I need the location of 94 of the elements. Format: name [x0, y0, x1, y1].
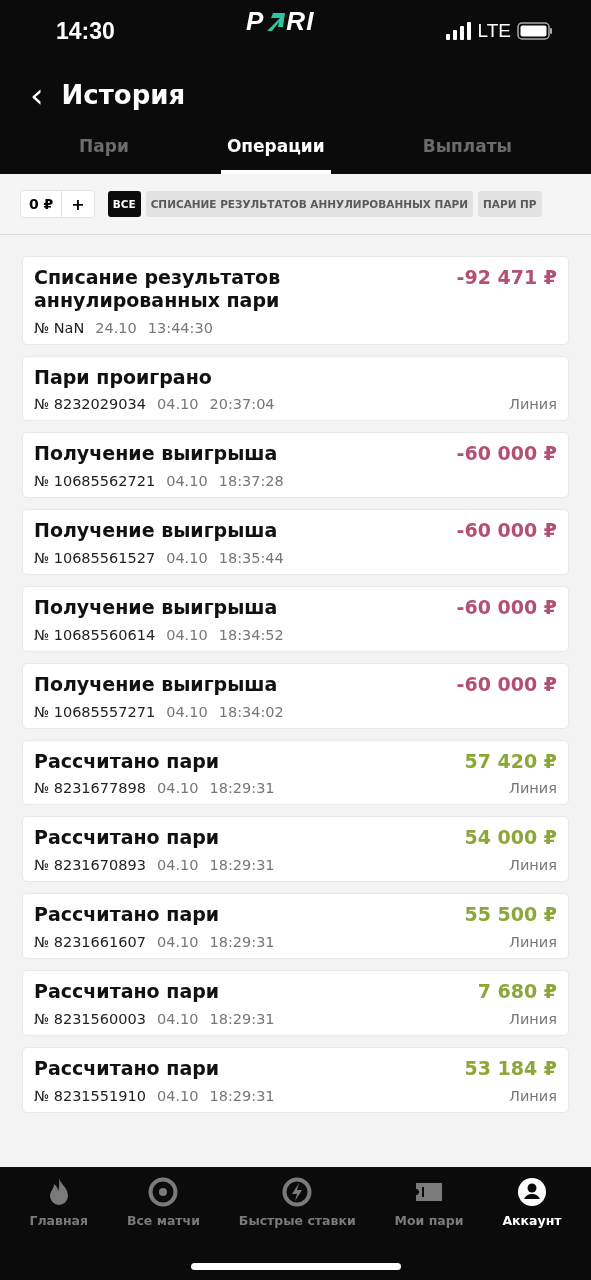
operation-title: Пари проиграно — [34, 365, 213, 389]
network-label: LTE — [477, 20, 511, 42]
operation-amount: 57 420 ₽ — [464, 749, 557, 773]
operation-channel: Линия — [509, 857, 557, 874]
operation-date: 04.10 — [156, 933, 199, 950]
operation-date: 24.10 — [95, 319, 137, 336]
filter-chip[interactable]: СПИСАНИЕ РЕЗУЛЬТАТОВ АННУЛИРОВАННЫХ ПАРИ — [145, 191, 473, 217]
operation-number: № 10685562721 — [34, 473, 156, 490]
operation-card[interactable]: Рассчитано пари 7 680 ₽ № 8231560003 04.10 18:29:31 Линия — [22, 969, 569, 1036]
operation-card[interactable]: Рассчитано пари 53 184 ₽ № 8231551910 04.10 18:29:31 Линия — [22, 1046, 569, 1113]
nav-item[interactable]: Быстрые ставки — [232, 1175, 362, 1229]
operation-title: Рассчитано пари — [34, 979, 221, 1003]
operation-time: 18:29:31 — [209, 780, 275, 797]
tab[interactable]: Выплаты — [416, 126, 518, 174]
operation-time: 18:29:31 — [209, 857, 275, 874]
operation-time: 18:35:44 — [218, 550, 284, 566]
operation-card[interactable]: Пари проиграно № 8232029034 04.10 20:37:04 Линия — [22, 355, 569, 422]
operation-time: 18:29:31 — [209, 1087, 275, 1104]
operation-date: 04.10 — [166, 473, 208, 490]
nav-item[interactable]: Аккаунт — [496, 1175, 568, 1229]
user-icon — [515, 1176, 548, 1208]
operation-date: 04.10 — [156, 857, 199, 874]
tab[interactable]: Пари — [73, 126, 135, 174]
target-icon — [147, 1176, 180, 1208]
operation-amount: 53 184 ₽ — [464, 1056, 557, 1080]
operation-time: 18:37:28 — [218, 473, 284, 490]
operation-time: 13:44:30 — [147, 319, 213, 336]
operation-time: 18:34:02 — [218, 703, 284, 720]
operation-date: 04.10 — [156, 1087, 199, 1104]
operation-card[interactable]: Получение выигрыша -60 000 ₽ № 10685557271 04.10 18:34:02 — [22, 662, 569, 729]
logo-text: P — [246, 5, 265, 37]
operation-channel: Линия — [509, 396, 557, 413]
filter-chip[interactable]: ВСЕ — [107, 191, 141, 217]
operation-number: № NaN — [34, 319, 85, 336]
operation-title: Получение выигрыша — [34, 519, 279, 542]
operation-number: № 8231661607 — [34, 933, 146, 950]
operation-amount: 54 000 ₽ — [464, 826, 557, 850]
operation-channel: Линия — [509, 1087, 557, 1104]
operation-time: 18:29:31 — [209, 1010, 275, 1027]
status-time: 14:30 — [56, 17, 115, 45]
operation-card[interactable]: Получение выигрыша -60 000 ₽ № 10685560614 04.10 18:34:52 — [22, 586, 569, 652]
operation-amount: 55 500 ₽ — [464, 903, 557, 926]
operation-amount: -60 000 ₽ — [456, 442, 557, 466]
filter-chip[interactable]: ПАРИ ПР — [478, 191, 542, 217]
operation-title: Рассчитано пари — [34, 749, 221, 773]
operation-number: № 8231551910 — [34, 1087, 146, 1104]
operation-card[interactable]: Рассчитано пари 54 000 ₽ № 8231670893 04.10 18:29:31 Линия — [22, 816, 569, 883]
operation-amount: -60 000 ₽ — [456, 596, 557, 619]
operation-date: 04.10 — [156, 1010, 199, 1027]
operation-date: 04.10 — [156, 780, 199, 797]
operation-title: Получение выигрыша — [34, 442, 279, 466]
operation-date: 04.10 — [166, 626, 208, 643]
operation-channel: Линия — [509, 780, 557, 797]
operation-number: № 10685557271 — [34, 703, 156, 720]
operation-card[interactable]: Получение выигрыша -60 000 ₽ № 10685561527 04.10 18:35:44 — [22, 509, 569, 575]
page-title: История — [61, 80, 186, 110]
operation-date: 04.10 — [166, 703, 208, 720]
operation-number: № 10685560614 — [34, 626, 156, 643]
add-button[interactable]: + — [62, 191, 94, 217]
operation-card[interactable]: Списание результатов аннулированных пари -92 471 ₽ № NaN 24.10 13:44:30 — [22, 256, 569, 345]
operation-title: Рассчитано пари — [34, 1056, 221, 1080]
operation-number: № 10685561527 — [34, 550, 156, 566]
logo-text: RI — [286, 5, 315, 37]
operation-number: № 8231670893 — [34, 857, 146, 874]
operation-amount: 7 680 ₽ — [477, 979, 557, 1003]
operation-title: Рассчитано пари — [34, 903, 221, 926]
operation-amount: -60 000 ₽ — [456, 519, 557, 542]
operation-card[interactable]: Получение выигрыша -60 000 ₽ № 10685562721 04.10 18:37:28 — [22, 432, 569, 499]
operation-number: № 8231677898 — [34, 780, 146, 797]
operation-channel: Линия — [509, 933, 557, 950]
operation-card[interactable]: Рассчитано пари 55 500 ₽ № 8231661607 04.10 18:29:31 Линия — [22, 893, 569, 959]
operation-time: 20:37:04 — [209, 396, 275, 413]
nav-item[interactable]: Главная — [23, 1175, 95, 1229]
operation-time: 18:34:52 — [218, 626, 284, 643]
back-button[interactable]: ‹ — [26, 78, 48, 112]
battery-icon — [517, 22, 553, 40]
operation-date: 04.10 — [156, 396, 199, 413]
operation-number: № 8231560003 — [34, 1010, 146, 1027]
operation-title: Списание результатов аннулированных пари — [34, 266, 282, 312]
lightning-icon — [281, 1176, 314, 1208]
balance-value: 0 ₽ — [21, 191, 63, 217]
nav-item[interactable]: Все матчи — [120, 1175, 206, 1229]
operation-title: Получение выигрыша — [34, 672, 279, 696]
operation-title: Рассчитано пари — [34, 826, 221, 850]
operation-date: 04.10 — [166, 550, 208, 566]
operation-amount: -92 471 ₽ — [456, 266, 557, 290]
operation-time: 18:29:31 — [209, 933, 275, 950]
operation-number: № 8232029034 — [34, 396, 146, 413]
operation-amount: -60 000 ₽ — [456, 672, 557, 696]
operation-title: Получение выигрыша — [34, 596, 279, 619]
operation-channel: Линия — [509, 1010, 557, 1027]
operation-card[interactable]: Рассчитано пари 57 420 ₽ № 8231677898 04.10 18:29:31 Линия — [22, 739, 569, 806]
signal-icon — [445, 22, 472, 40]
nav-item[interactable]: Мои пари — [388, 1175, 470, 1229]
